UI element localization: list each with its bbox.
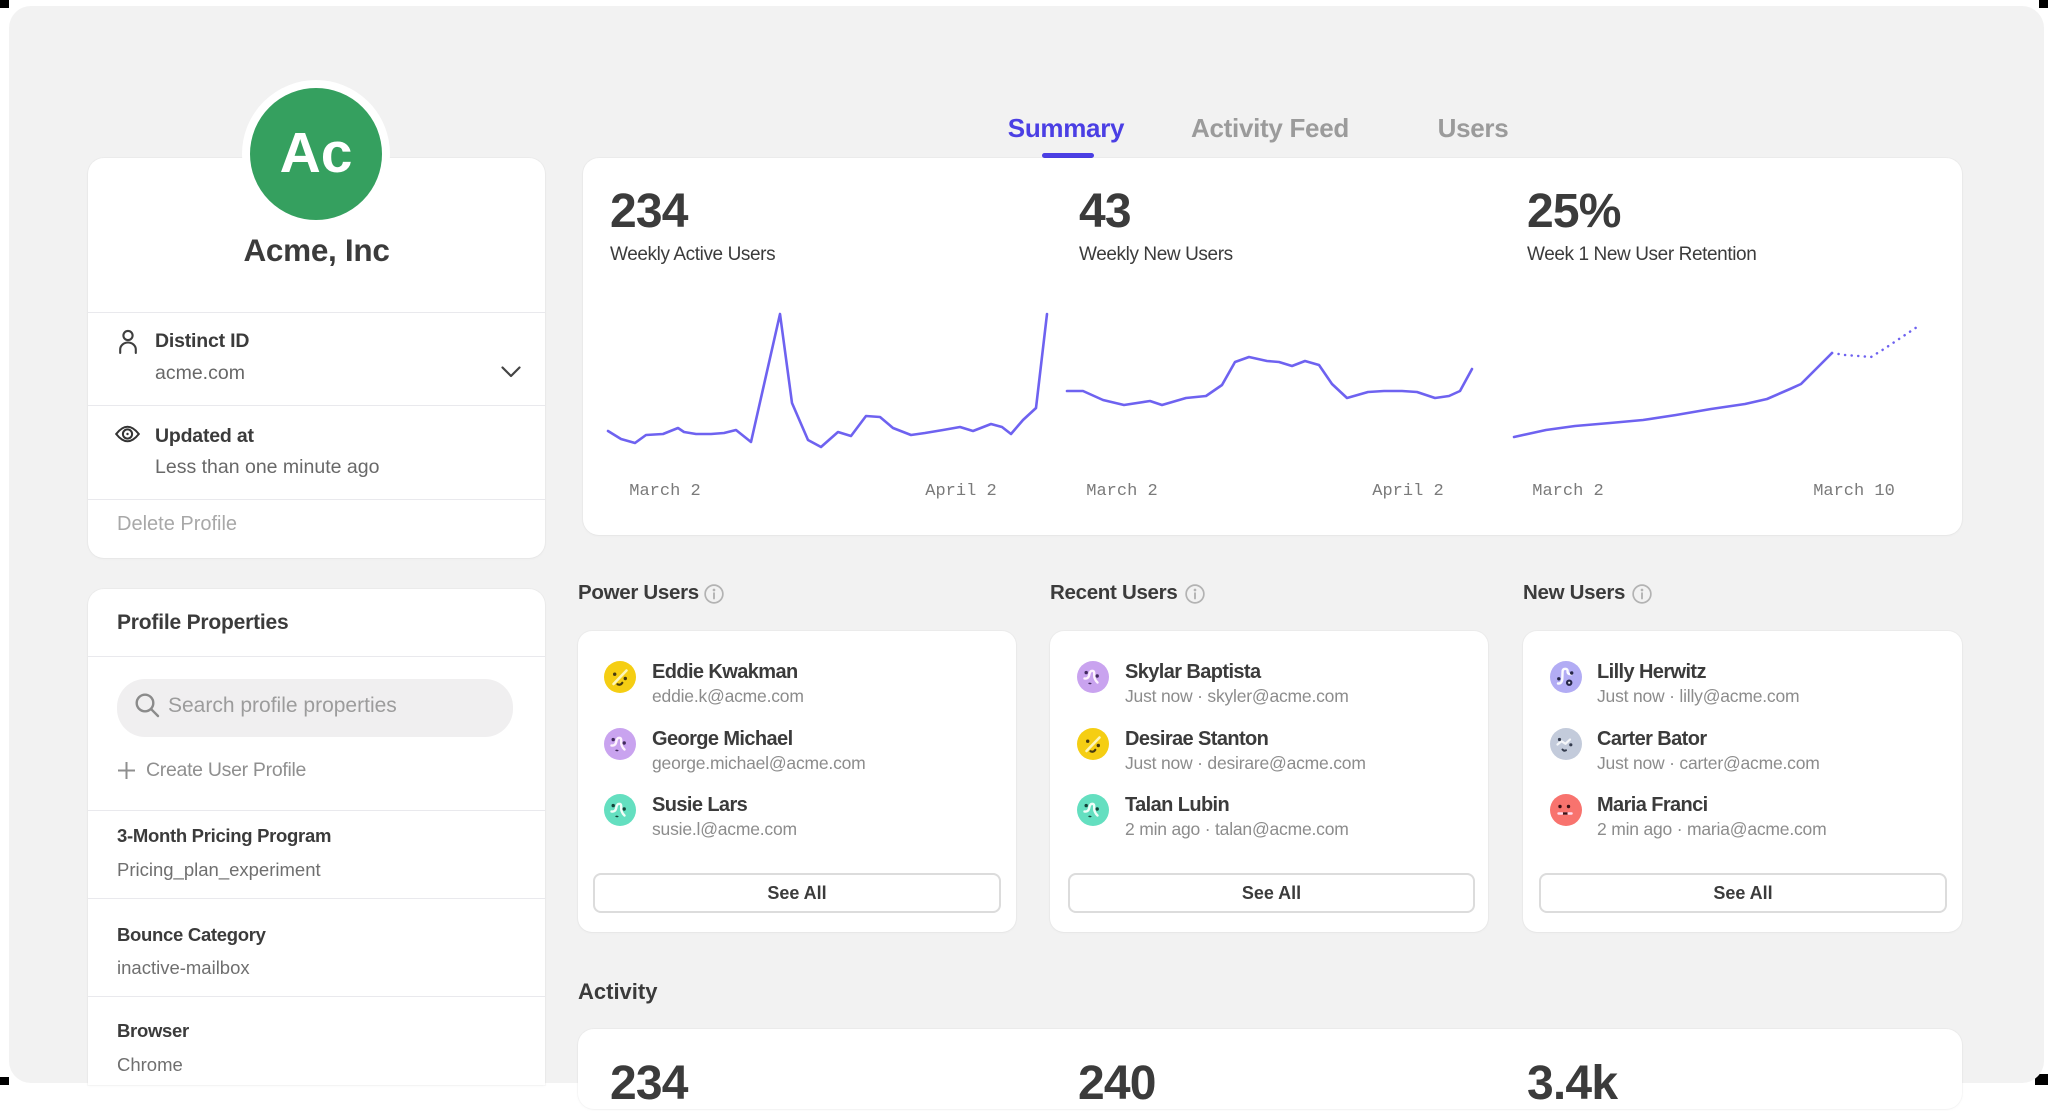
svg-text:March 2: March 2 xyxy=(1532,482,1603,501)
svg-text:March 2: March 2 xyxy=(1086,482,1157,501)
svg-text:April 2: April 2 xyxy=(925,482,996,501)
svg-text:April 2: April 2 xyxy=(1372,482,1443,501)
svg-text:March 10: March 10 xyxy=(1813,482,1895,501)
svg-text:March 2: March 2 xyxy=(629,482,700,501)
